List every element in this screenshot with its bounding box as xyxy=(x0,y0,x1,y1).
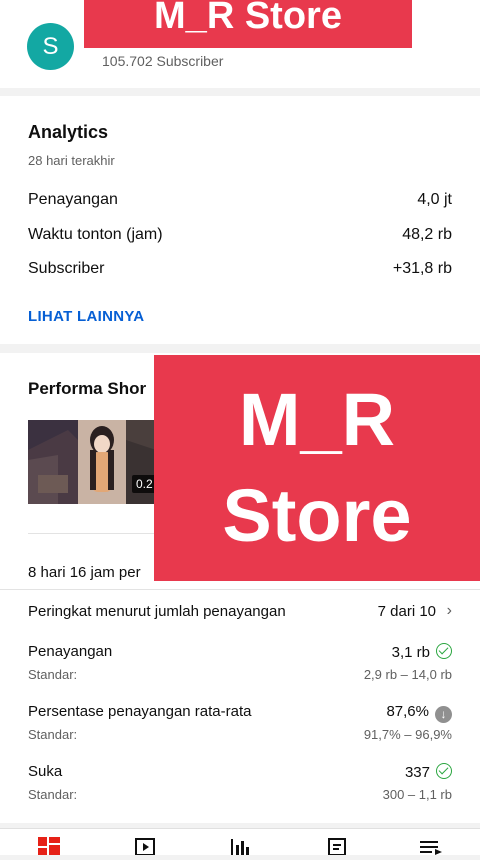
metric-views-label: Penayangan xyxy=(28,643,113,660)
metric-likes-std-label: Standar: xyxy=(28,787,78,802)
metric-likes-std-range: 300 – 1,1 rb xyxy=(382,787,452,802)
bottom-navigation xyxy=(0,828,480,856)
dashboard-icon[interactable] xyxy=(38,837,60,855)
section-divider xyxy=(0,589,480,590)
see-more-link[interactable]: LIHAT LAINNYA xyxy=(28,308,144,325)
content-icon[interactable] xyxy=(134,837,156,856)
playlist-icon[interactable] xyxy=(420,837,442,855)
arrow-down-circle-icon: ↓ xyxy=(435,706,452,723)
metric-avg-view-value: 87,6% xyxy=(386,703,429,720)
check-circle-icon xyxy=(436,763,452,779)
check-circle-icon xyxy=(436,643,452,659)
metric-avg-view-label: Persentase penayangan rata-rata xyxy=(28,703,252,720)
metric-views-value-group: 3,1 rb xyxy=(392,643,452,661)
metric-likes-value-group: 337 xyxy=(405,763,452,781)
channel-header: S 105.702 Subscriber M_R Store xyxy=(0,0,480,88)
metric-views-std-range: 2,9 rb – 14,0 rb xyxy=(363,667,452,682)
views-label: Penayangan xyxy=(28,191,118,208)
watch-time-label: Waktu tonton (jam) xyxy=(28,226,163,243)
ranking-value: 7 dari 10 xyxy=(377,603,436,620)
watermark-line-1: M_R xyxy=(238,378,396,461)
shorts-title: Performa Shor xyxy=(28,379,147,398)
analytics-icon[interactable] xyxy=(230,837,252,855)
ranking-row[interactable]: Peringkat menurut jumlah penayangan 7 da… xyxy=(28,602,452,623)
watermark-banner-big: M_R Store xyxy=(154,355,480,581)
thumbnail-image-1 xyxy=(28,420,78,504)
subscriber-value: +31,8 rb xyxy=(392,260,452,277)
analytics-title: Analytics xyxy=(28,122,109,142)
channel-avatar[interactable]: S xyxy=(27,23,74,70)
watermark-top-text: M_R Store xyxy=(154,0,342,37)
ranking-label: Peringkat menurut jumlah penayangan xyxy=(28,603,286,620)
shorts-thumbnail-3[interactable]: 0.2 xyxy=(126,420,156,504)
shorts-age-text: 8 hari 16 jam per xyxy=(28,564,141,581)
analytics-period: 28 hari terakhir xyxy=(28,153,115,168)
subscriber-label: Subscriber xyxy=(28,260,105,277)
metric-views-value: 3,1 rb xyxy=(391,644,430,661)
metric-likes-label: Suka xyxy=(28,763,63,780)
thumbnail-image-2 xyxy=(78,420,126,504)
shorts-thumbnail-2[interactable] xyxy=(78,420,126,504)
thumbnail-duration: 0.2 xyxy=(132,475,156,493)
metric-avg-view-std-range: 91,7% – 96,9% xyxy=(363,727,452,742)
metric-avg-view-value-group: 87,6% ↓ xyxy=(386,703,452,723)
metric-avg-view-std-label: Standar: xyxy=(28,727,78,742)
views-value: 4,0 jt xyxy=(417,191,452,208)
watermark-line-2: Store xyxy=(222,474,412,557)
metric-likes-value: 337 xyxy=(404,764,430,781)
watch-time-value: 48,2 rb xyxy=(402,226,452,243)
comments-icon[interactable] xyxy=(326,837,348,856)
chevron-right-icon: › xyxy=(446,602,452,619)
subscriber-count: 105.702 Subscriber xyxy=(102,53,224,69)
watermark-banner-top: M_R Store xyxy=(84,0,412,48)
metric-views-std-label: Standar: xyxy=(28,667,78,682)
analytics-card: Analytics 28 hari terakhir Penayangan 4,… xyxy=(0,96,480,344)
shorts-thumbnail-1[interactable] xyxy=(28,420,78,504)
